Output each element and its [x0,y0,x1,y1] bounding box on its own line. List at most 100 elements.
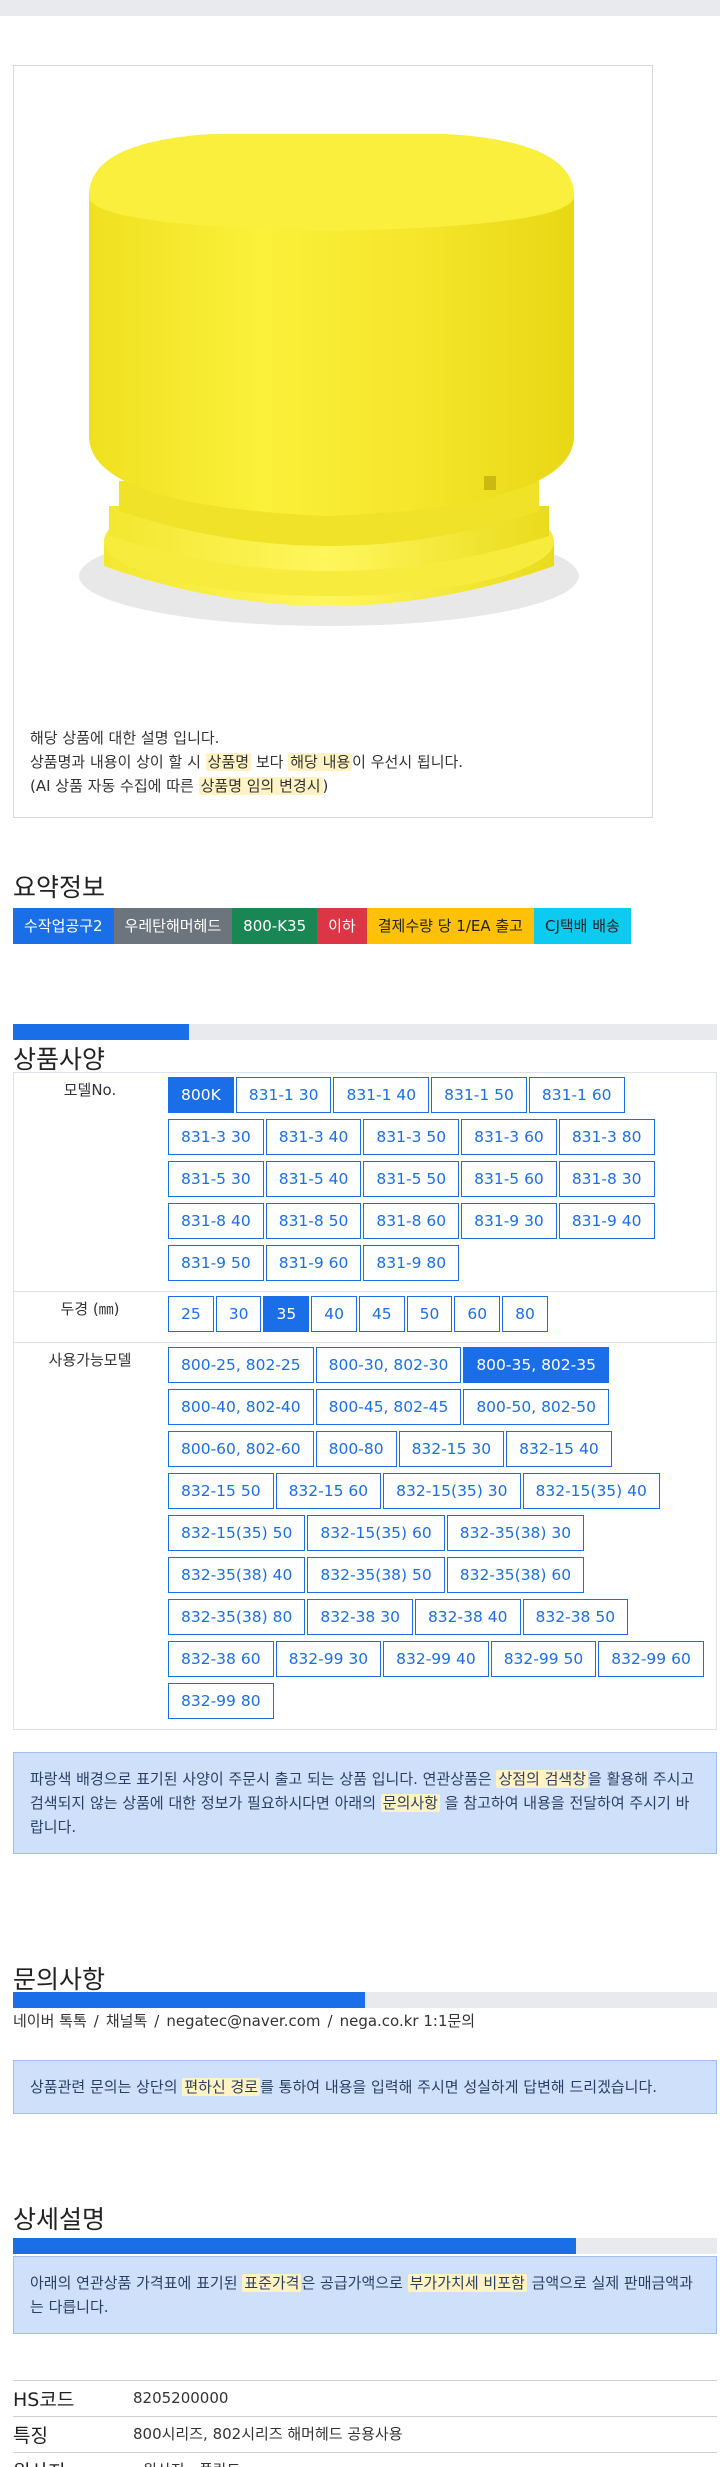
spec-option-chip[interactable]: 832-99 50 [490,1641,597,1677]
spec-option-chip[interactable]: 831-5 60 [461,1161,557,1197]
detail-notice: 아래의 연관상품 가격표에 표기된 표준가격 은 공급가액으로 부가가치세 비포함… [13,2256,717,2334]
note-text: 아래의 연관상품 가격표에 표기된 [30,2274,243,2292]
note-text: 를 통하여 내용을 입력해 주시면 성실하게 답변해 드리겠습니다. [260,2078,658,2096]
spec-option-chip[interactable]: 831-1 30 [235,1077,332,1113]
spec-option-chip[interactable]: 60 [454,1296,501,1332]
spec-option-chip[interactable]: 831-8 50 [265,1203,362,1239]
summary-tag: 결제수량 당 1/EA 출고 [366,908,534,944]
spec-option-chip[interactable]: 831-8 40 [168,1203,264,1239]
contact-link[interactable]: nega.co.kr 1:1문의 [340,2012,476,2030]
spec-option-chip[interactable]: 25 [168,1296,214,1332]
spec-option-chip[interactable]: 832-35(38) 80 [168,1599,306,1635]
spec-option-chip[interactable]: 831-9 80 [363,1245,460,1281]
spec-option-chip[interactable]: 831-9 30 [461,1203,557,1239]
inquiry-title: 문의사항 [13,1965,106,1994]
summary-tag: 800-K35 [232,908,318,944]
spec-option-chip[interactable]: 831-3 50 [363,1119,460,1155]
spec-row: 두경 (㎜) 25 30 35 40 45 50 60 80 [14,1292,716,1343]
spec-option-chip[interactable]: 831-5 40 [265,1161,362,1197]
summary-tag: 이하 [317,908,367,944]
spec-option-chip[interactable]: 831-3 60 [461,1119,557,1155]
spec-option-chip[interactable]: 40 [311,1296,357,1332]
spec-option-chip[interactable]: 832-35(38) 50 [307,1557,445,1593]
specs-progress-fill [13,1024,189,1040]
spec-option-chip[interactable]: 831-1 60 [528,1077,625,1113]
spec-option-chip[interactable]: 30 [215,1296,262,1332]
spec-label: 사용가능모델 [48,1351,132,1369]
desc-highlight: 상품명 [205,753,252,771]
spec-option-chip[interactable]: 800-45, 802-45 [315,1389,462,1425]
spec-label: 모델No. [63,1081,117,1099]
info-value: 8205200000 [133,2385,228,2412]
spec-option-chip[interactable]: 832-99 80 [168,1683,274,1719]
spec-option-chip[interactable]: 831-9 50 [168,1245,264,1281]
spec-option-chip[interactable]: 50 [406,1296,453,1332]
spec-option-chip[interactable]: 831-5 50 [363,1161,460,1197]
info-value-line: 8205200000 [133,2389,229,2407]
spec-option-chip[interactable]: 800-30, 802-30 [315,1347,462,1383]
desc-line-3: (AI 상품 자동 수집에 따른 상품명 임의 변경시) [30,774,463,798]
spec-option-chip[interactable]: 832-99 30 [275,1641,382,1677]
spec-option-chip[interactable]: 831-3 80 [558,1119,655,1155]
desc-line-1: 해당 상품에 대한 설명 입니다. [30,729,220,747]
spec-option-chip[interactable]: 800-60, 802-60 [168,1431,314,1467]
link-separator: / [154,2012,160,2030]
info-key: HS코드 [13,2389,75,2411]
spec-option-chip[interactable]: 832-38 40 [414,1599,521,1635]
detail-title: 상세설명 [13,2205,106,2234]
spec-option-chip[interactable]: 832-35(38) 60 [446,1557,585,1593]
note-text: 은 공급가액으로 [301,2274,408,2292]
spec-option-chip[interactable]: 832-38 50 [522,1599,629,1635]
spec-option-chip[interactable]: 831-1 40 [333,1077,430,1113]
spec-option-chip[interactable]: 832-15 40 [506,1431,612,1467]
spec-option-chip[interactable]: 35 [263,1296,310,1332]
spec-option-chip[interactable]: 832-35(38) 40 [168,1557,306,1593]
contact-link[interactable]: 채널톡 [106,2012,147,2030]
contact-link[interactable]: 네이버 톡톡 [13,2012,87,2030]
spec-option-chip[interactable]: 80 [502,1296,548,1332]
spec-option-chip[interactable]: 832-38 30 [307,1599,413,1635]
inquiry-progress-fill [13,1992,365,2008]
summary-title: 요약정보 [13,873,106,902]
spec-option-chip[interactable]: 831-3 30 [168,1119,264,1155]
spec-option-chip[interactable]: 832-15(35) 50 [168,1515,306,1551]
spec-option-chip[interactable]: 800-40, 802-40 [168,1389,314,1425]
spec-options: 25 30 35 40 45 50 60 80 [166,1292,716,1342]
link-separator: / [327,2012,333,2030]
spec-option-chip[interactable]: 831-5 30 [168,1161,264,1197]
contact-link[interactable]: negatec@naver.com [166,2012,320,2030]
desc-highlight: 해당 내용 [288,753,353,771]
spec-option-chip[interactable]: 832-99 40 [383,1641,489,1677]
desc-text: ) [322,777,329,795]
spec-option-chip[interactable]: 800-80 [315,1431,397,1467]
spec-option-chip[interactable]: 832-15 30 [398,1431,505,1467]
spec-option-chip[interactable]: 832-38 60 [168,1641,274,1677]
spec-option-chip[interactable]: 800K [168,1077,234,1113]
desc-text: 이 우선시 됩니다. [352,753,464,771]
spec-option-chip[interactable]: 832-15(35) 30 [383,1473,521,1509]
product-image-card: 해당 상품에 대한 설명 입니다. 상품명과 내용이 상이 할 시 상품명 보다… [13,65,653,818]
spec-option-chip[interactable]: 800-25, 802-25 [168,1347,314,1383]
info-value: 800시리즈, 802시리즈 해머헤드 공용사용 [133,2421,403,2448]
note-highlight: 편하신 경로 [182,2078,261,2096]
info-row: 원산지- 원산지 : 폴란드- 영문명 : SUBSTITUE FACES [13,2452,717,2467]
link-separator: / [93,2012,99,2030]
spec-option-chip[interactable]: 832-15 60 [275,1473,382,1509]
spec-option-chip[interactable]: 831-1 50 [431,1077,527,1113]
spec-option-chip[interactable]: 831-8 30 [558,1161,655,1197]
spec-option-chip[interactable]: 832-15 50 [168,1473,274,1509]
inquiry-progress-bar [13,1992,717,2008]
spec-option-chip[interactable]: 45 [358,1296,405,1332]
spec-option-chip[interactable]: 832-15(35) 40 [522,1473,660,1509]
spec-option-chip[interactable]: 831-9 60 [265,1245,362,1281]
spec-option-chip[interactable]: 800-35, 802-35 [463,1347,609,1383]
spec-option-chip[interactable]: 832-15(35) 60 [307,1515,445,1551]
spec-option-chip[interactable]: 832-99 60 [598,1641,704,1677]
spec-option-chip[interactable]: 831-3 40 [265,1119,362,1155]
spec-option-chip[interactable]: 831-9 40 [558,1203,655,1239]
specs-progress-bar [13,1024,717,1040]
spec-option-chip[interactable]: 832-35(38) 30 [446,1515,585,1551]
spec-option-chip[interactable]: 831-8 60 [363,1203,460,1239]
spec-option-chip[interactable]: 800-50, 802-50 [463,1389,609,1425]
note-highlight: 부가가치세 비포함 [407,2274,527,2292]
